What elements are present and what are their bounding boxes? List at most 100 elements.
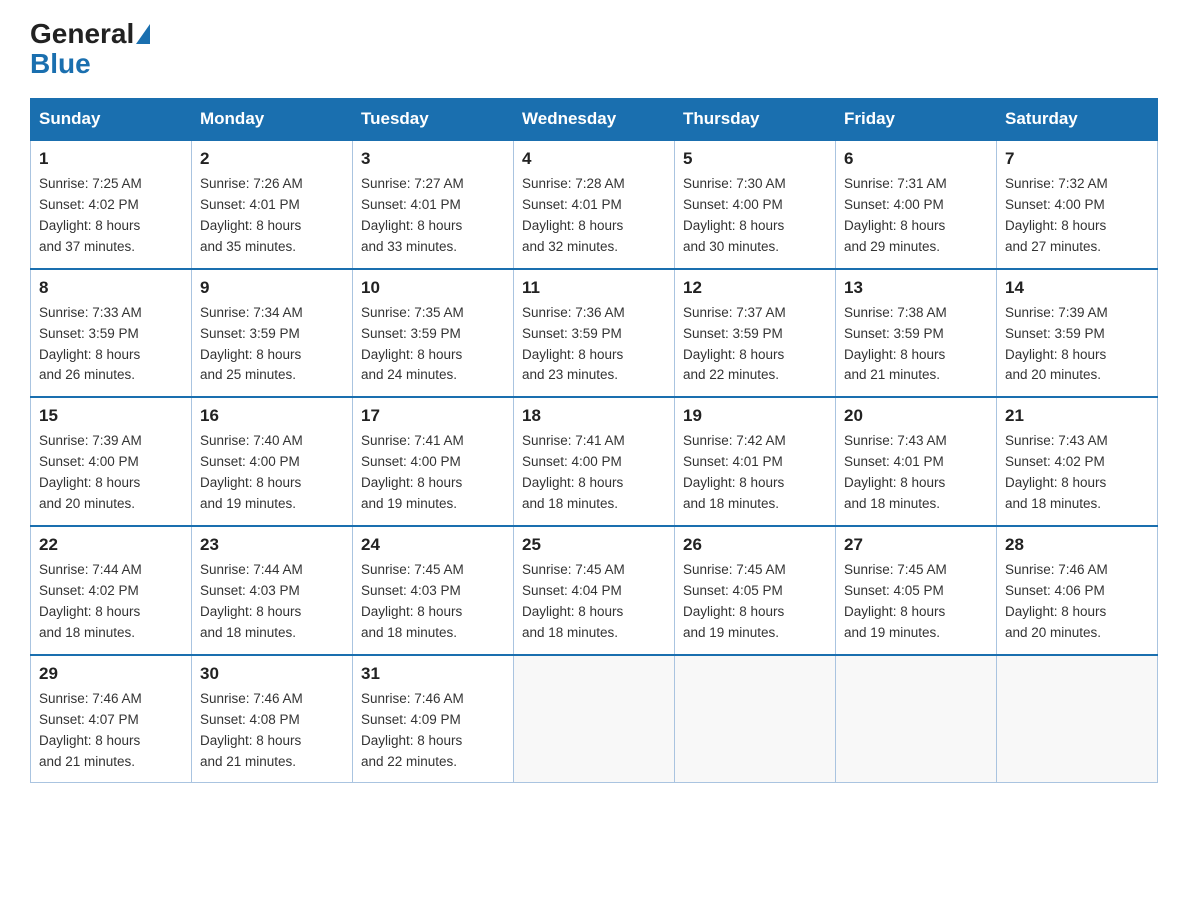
day-number: 23	[200, 535, 344, 555]
day-info: Sunrise: 7:30 AMSunset: 4:00 PMDaylight:…	[683, 174, 827, 258]
weekday-header-tuesday: Tuesday	[353, 99, 514, 141]
day-info: Sunrise: 7:44 AMSunset: 4:02 PMDaylight:…	[39, 560, 183, 644]
calendar-cell: 26 Sunrise: 7:45 AMSunset: 4:05 PMDayligh…	[675, 526, 836, 655]
calendar-cell: 15 Sunrise: 7:39 AMSunset: 4:00 PMDayligh…	[31, 397, 192, 526]
day-info: Sunrise: 7:36 AMSunset: 3:59 PMDaylight:…	[522, 303, 666, 387]
day-info: Sunrise: 7:43 AMSunset: 4:02 PMDaylight:…	[1005, 431, 1149, 515]
calendar-cell	[836, 655, 997, 783]
calendar-cell: 27 Sunrise: 7:45 AMSunset: 4:05 PMDayligh…	[836, 526, 997, 655]
calendar-cell: 28 Sunrise: 7:46 AMSunset: 4:06 PMDayligh…	[997, 526, 1158, 655]
day-info: Sunrise: 7:46 AMSunset: 4:09 PMDaylight:…	[361, 689, 505, 773]
calendar-cell: 17 Sunrise: 7:41 AMSunset: 4:00 PMDayligh…	[353, 397, 514, 526]
day-number: 28	[1005, 535, 1149, 555]
day-number: 26	[683, 535, 827, 555]
logo-blue-text: Blue	[30, 48, 91, 79]
calendar-cell: 19 Sunrise: 7:42 AMSunset: 4:01 PMDayligh…	[675, 397, 836, 526]
weekday-header-sunday: Sunday	[31, 99, 192, 141]
day-number: 22	[39, 535, 183, 555]
calendar-cell: 8 Sunrise: 7:33 AMSunset: 3:59 PMDaylight…	[31, 269, 192, 398]
week-row-1: 1 Sunrise: 7:25 AMSunset: 4:02 PMDaylight…	[31, 140, 1158, 269]
weekday-header-wednesday: Wednesday	[514, 99, 675, 141]
day-info: Sunrise: 7:45 AMSunset: 4:05 PMDaylight:…	[844, 560, 988, 644]
calendar-cell: 20 Sunrise: 7:43 AMSunset: 4:01 PMDayligh…	[836, 397, 997, 526]
day-info: Sunrise: 7:46 AMSunset: 4:08 PMDaylight:…	[200, 689, 344, 773]
calendar-cell: 4 Sunrise: 7:28 AMSunset: 4:01 PMDaylight…	[514, 140, 675, 269]
day-number: 18	[522, 406, 666, 426]
day-number: 3	[361, 149, 505, 169]
logo-general-text: General	[30, 20, 134, 48]
day-number: 14	[1005, 278, 1149, 298]
calendar-cell: 1 Sunrise: 7:25 AMSunset: 4:02 PMDaylight…	[31, 140, 192, 269]
calendar-cell: 18 Sunrise: 7:41 AMSunset: 4:00 PMDayligh…	[514, 397, 675, 526]
day-info: Sunrise: 7:28 AMSunset: 4:01 PMDaylight:…	[522, 174, 666, 258]
day-info: Sunrise: 7:37 AMSunset: 3:59 PMDaylight:…	[683, 303, 827, 387]
day-info: Sunrise: 7:31 AMSunset: 4:00 PMDaylight:…	[844, 174, 988, 258]
calendar-cell: 22 Sunrise: 7:44 AMSunset: 4:02 PMDayligh…	[31, 526, 192, 655]
day-number: 15	[39, 406, 183, 426]
day-info: Sunrise: 7:25 AMSunset: 4:02 PMDaylight:…	[39, 174, 183, 258]
calendar-cell: 30 Sunrise: 7:46 AMSunset: 4:08 PMDayligh…	[192, 655, 353, 783]
calendar-cell: 14 Sunrise: 7:39 AMSunset: 3:59 PMDayligh…	[997, 269, 1158, 398]
calendar-cell	[997, 655, 1158, 783]
day-number: 27	[844, 535, 988, 555]
calendar-cell: 6 Sunrise: 7:31 AMSunset: 4:00 PMDaylight…	[836, 140, 997, 269]
weekday-header-saturday: Saturday	[997, 99, 1158, 141]
day-number: 1	[39, 149, 183, 169]
calendar-cell: 16 Sunrise: 7:40 AMSunset: 4:00 PMDayligh…	[192, 397, 353, 526]
day-info: Sunrise: 7:41 AMSunset: 4:00 PMDaylight:…	[361, 431, 505, 515]
day-info: Sunrise: 7:43 AMSunset: 4:01 PMDaylight:…	[844, 431, 988, 515]
day-info: Sunrise: 7:33 AMSunset: 3:59 PMDaylight:…	[39, 303, 183, 387]
week-row-5: 29Sunrise: 7:46 AMSunset: 4:07 PMDayligh…	[31, 655, 1158, 783]
calendar-cell: 3 Sunrise: 7:27 AMSunset: 4:01 PMDaylight…	[353, 140, 514, 269]
calendar-cell: 7Sunrise: 7:32 AMSunset: 4:00 PMDaylight…	[997, 140, 1158, 269]
day-number: 4	[522, 149, 666, 169]
calendar-cell: 24Sunrise: 7:45 AMSunset: 4:03 PMDayligh…	[353, 526, 514, 655]
logo: General Blue	[30, 20, 152, 80]
calendar-cell: 9Sunrise: 7:34 AMSunset: 3:59 PMDaylight…	[192, 269, 353, 398]
calendar-cell: 23Sunrise: 7:44 AMSunset: 4:03 PMDayligh…	[192, 526, 353, 655]
day-number: 13	[844, 278, 988, 298]
day-number: 21	[1005, 406, 1149, 426]
day-info: Sunrise: 7:46 AMSunset: 4:06 PMDaylight:…	[1005, 560, 1149, 644]
calendar-cell: 10Sunrise: 7:35 AMSunset: 3:59 PMDayligh…	[353, 269, 514, 398]
day-number: 19	[683, 406, 827, 426]
day-info: Sunrise: 7:45 AMSunset: 4:05 PMDaylight:…	[683, 560, 827, 644]
day-number: 20	[844, 406, 988, 426]
week-row-3: 15 Sunrise: 7:39 AMSunset: 4:00 PMDayligh…	[31, 397, 1158, 526]
week-row-2: 8 Sunrise: 7:33 AMSunset: 3:59 PMDaylight…	[31, 269, 1158, 398]
weekday-header-friday: Friday	[836, 99, 997, 141]
day-number: 7	[1005, 149, 1149, 169]
day-number: 30	[200, 664, 344, 684]
day-number: 25	[522, 535, 666, 555]
day-number: 17	[361, 406, 505, 426]
day-info: Sunrise: 7:39 AMSunset: 4:00 PMDaylight:…	[39, 431, 183, 515]
day-info: Sunrise: 7:45 AMSunset: 4:04 PMDaylight:…	[522, 560, 666, 644]
weekday-header-thursday: Thursday	[675, 99, 836, 141]
day-number: 9	[200, 278, 344, 298]
calendar-cell: 31 Sunrise: 7:46 AMSunset: 4:09 PMDayligh…	[353, 655, 514, 783]
weekday-header-row: SundayMondayTuesdayWednesdayThursdayFrid…	[31, 99, 1158, 141]
week-row-4: 22 Sunrise: 7:44 AMSunset: 4:02 PMDayligh…	[31, 526, 1158, 655]
calendar-cell	[675, 655, 836, 783]
day-number: 16	[200, 406, 344, 426]
day-info: Sunrise: 7:40 AMSunset: 4:00 PMDaylight:…	[200, 431, 344, 515]
day-number: 31	[361, 664, 505, 684]
weekday-header-monday: Monday	[192, 99, 353, 141]
day-info: Sunrise: 7:42 AMSunset: 4:01 PMDaylight:…	[683, 431, 827, 515]
day-number: 5	[683, 149, 827, 169]
calendar-table: SundayMondayTuesdayWednesdayThursdayFrid…	[30, 98, 1158, 783]
calendar-cell: 21 Sunrise: 7:43 AMSunset: 4:02 PMDayligh…	[997, 397, 1158, 526]
day-info: Sunrise: 7:38 AMSunset: 3:59 PMDaylight:…	[844, 303, 988, 387]
day-info: Sunrise: 7:27 AMSunset: 4:01 PMDaylight:…	[361, 174, 505, 258]
day-number: 11	[522, 278, 666, 298]
day-number: 8	[39, 278, 183, 298]
calendar-cell: 11 Sunrise: 7:36 AMSunset: 3:59 PMDayligh…	[514, 269, 675, 398]
calendar-cell: 25 Sunrise: 7:45 AMSunset: 4:04 PMDayligh…	[514, 526, 675, 655]
day-number: 10	[361, 278, 505, 298]
day-number: 29	[39, 664, 183, 684]
day-number: 2	[200, 149, 344, 169]
day-info: Sunrise: 7:41 AMSunset: 4:00 PMDaylight:…	[522, 431, 666, 515]
day-info: Sunrise: 7:39 AMSunset: 3:59 PMDaylight:…	[1005, 303, 1149, 387]
day-number: 6	[844, 149, 988, 169]
calendar-cell: 12Sunrise: 7:37 AMSunset: 3:59 PMDayligh…	[675, 269, 836, 398]
